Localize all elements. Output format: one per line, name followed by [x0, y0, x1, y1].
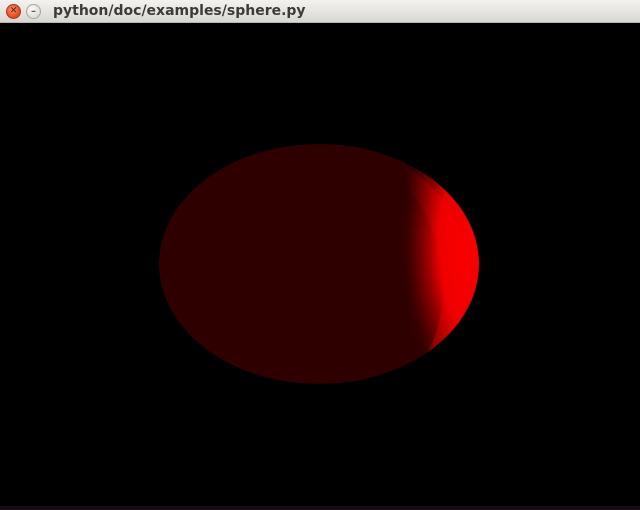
title-bar[interactable]: ✕ – python/doc/examples/sphere.py	[0, 0, 640, 23]
sphere-viewport	[0, 23, 640, 506]
close-button[interactable]: ✕	[6, 4, 21, 19]
app-window: ✕ – python/doc/examples/sphere.py	[0, 0, 640, 510]
render-canvas[interactable]	[0, 23, 640, 506]
close-icon: ✕	[9, 6, 18, 16]
minimize-icon: –	[31, 5, 36, 17]
minimize-button[interactable]: –	[26, 4, 41, 19]
window-title: python/doc/examples/sphere.py	[53, 3, 306, 19]
window-bottom-border	[0, 506, 640, 510]
